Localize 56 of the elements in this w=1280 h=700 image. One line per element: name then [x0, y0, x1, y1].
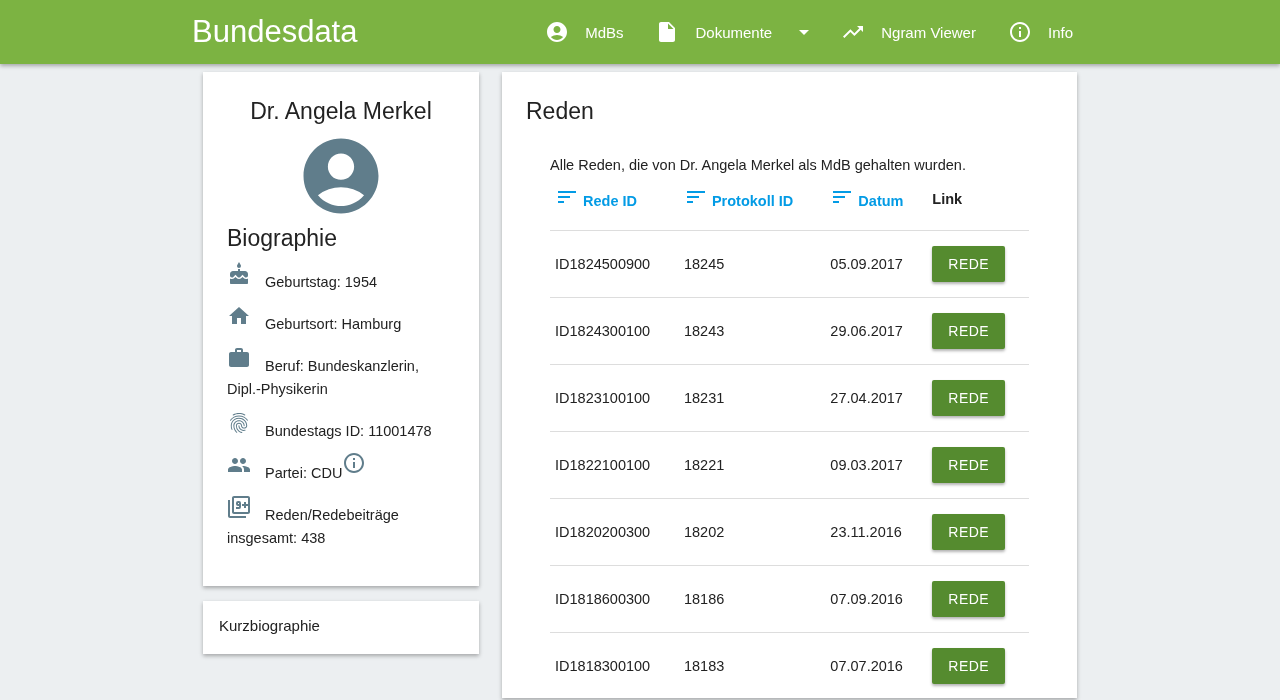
table-cell: 18183 [678, 632, 826, 698]
cake-icon [227, 262, 251, 286]
table-cell: 09.03.2017 [825, 431, 928, 499]
section-title: Biographie [227, 225, 338, 252]
bio-text: Geburtstag: 1954 [265, 274, 378, 290]
table-cell: 18243 [678, 297, 826, 365]
nav-link[interactable]: MdBs [529, 0, 640, 64]
table-cell: 07.07.2016 [825, 632, 928, 698]
column-header[interactable]: Rede ID [550, 183, 679, 231]
speech-button[interactable]: REDE [932, 581, 1006, 617]
nav-link[interactable]: Dokumente [639, 0, 826, 64]
table-cell: 05.09.2017 [825, 230, 928, 298]
table-cell: 18245 [678, 230, 826, 298]
table-cell: 23.11.2016 [825, 498, 928, 566]
table-cell: 07.09.2016 [825, 565, 928, 633]
column-header[interactable]: Datum [825, 183, 928, 231]
bio-text: Geburtsort: Hamburg [265, 316, 402, 332]
nav-link[interactable]: Info [991, 0, 1089, 64]
column-header[interactable]: Protokoll ID [678, 183, 826, 231]
table-cell: ID1820200300 [550, 498, 679, 566]
fingerprint-icon [227, 411, 251, 435]
table-cell: 18186 [678, 565, 826, 633]
person-name: Dr. Angela Merkel [249, 98, 433, 125]
speech-button[interactable]: REDE [932, 447, 1006, 483]
bio-text: Beruf: Bundeskanzlerin, Dipl.-Physikerin [227, 358, 419, 397]
table-cell: ID1824300100 [550, 297, 679, 365]
bio-text: Partei: CDU [265, 465, 343, 481]
account-icon [545, 20, 570, 44]
info-icon[interactable] [342, 451, 367, 475]
briefcase-icon [227, 346, 251, 370]
table-cell: ID1823100100 [550, 364, 679, 432]
speech-button[interactable]: REDE [932, 648, 1006, 684]
speech-button[interactable]: REDE [932, 380, 1006, 416]
speech-button[interactable]: REDE [932, 313, 1006, 349]
info-icon [1007, 20, 1032, 44]
table-cell: 18221 [678, 431, 826, 499]
table-cell: 27.04.2017 [825, 364, 928, 432]
description-text: Alle Reden, die von Dr. Angela Merkel als MdB gehalten wurden. [550, 157, 967, 173]
filter-nine-plus-icon [227, 495, 251, 519]
table-cell: 29.06.2017 [825, 297, 928, 365]
table-cell: 18231 [678, 364, 826, 432]
table-cell: ID1822100100 [550, 431, 679, 499]
nav-link[interactable]: Ngram Viewer [825, 0, 992, 64]
table-cell: ID1824500900 [550, 230, 679, 298]
speech-button[interactable]: REDE [932, 514, 1006, 550]
table-cell: 18202 [678, 498, 826, 566]
table-cell: ID1818300100 [550, 632, 679, 698]
table-cell: ID1818600300 [550, 565, 679, 633]
card-title: Reden [526, 98, 595, 125]
card-title: Kurzbiographie [219, 617, 321, 634]
bio-text: Bundestags ID: 11001478 [265, 423, 432, 439]
column-header: Link [927, 183, 1029, 231]
brand-title[interactable]: Bundesdata [192, 14, 358, 50]
dropdown-caret-icon [799, 29, 810, 35]
bio-text: Reden/Redebeiträge insgesamt: 438 [227, 507, 399, 546]
speech-button[interactable]: REDE [932, 246, 1006, 282]
